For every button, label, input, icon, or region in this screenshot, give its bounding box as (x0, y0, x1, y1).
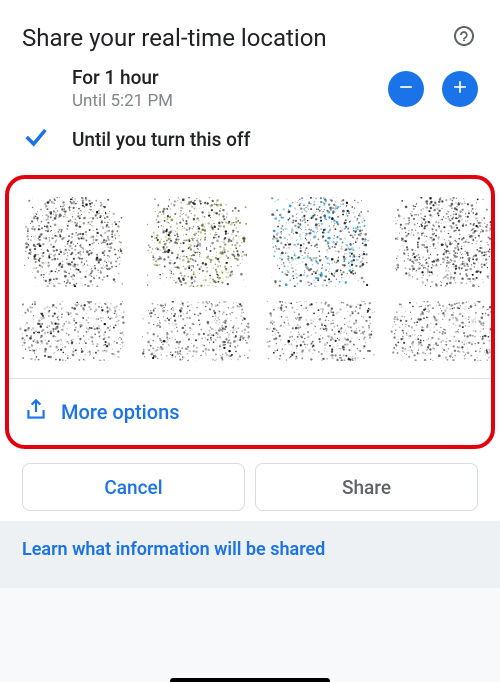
help-button[interactable] (450, 24, 478, 52)
share-location-sheet: Share your real-time location For 1 hour… (0, 8, 500, 682)
contact-name-redacted (390, 301, 495, 365)
contact-item[interactable] (385, 189, 495, 365)
share-button[interactable]: Share (255, 463, 478, 511)
contact-name-redacted (18, 301, 128, 365)
avatar (395, 197, 495, 291)
home-indicator (170, 678, 330, 682)
duration-sub: Until 5:21 PM (72, 91, 388, 111)
cancel-label: Cancel (104, 476, 162, 499)
avatar (271, 197, 371, 291)
increase-button[interactable] (442, 71, 478, 107)
help-icon (452, 24, 476, 52)
turnoff-label: Until you turn this off (72, 128, 478, 151)
duration-option-row[interactable]: For 1 hour Until 5:21 PM (0, 60, 500, 117)
radio-selected (22, 123, 72, 155)
decrease-button[interactable] (388, 71, 424, 107)
contact-name-redacted (266, 301, 376, 365)
contact-item[interactable] (261, 189, 381, 365)
contact-item[interactable] (13, 189, 133, 365)
avatar (147, 197, 247, 291)
duration-label: For 1 hour (72, 66, 388, 89)
contacts-row[interactable] (9, 179, 491, 379)
check-icon (22, 123, 50, 155)
avatar (23, 197, 123, 291)
duration-option-text: For 1 hour Until 5:21 PM (72, 66, 388, 111)
more-options-label: More options (61, 400, 180, 424)
share-icon (23, 397, 49, 427)
plus-icon (450, 77, 470, 101)
footer: Learn what information will be shared (0, 521, 500, 588)
minus-icon (396, 77, 416, 101)
more-options-button[interactable]: More options (9, 379, 491, 445)
cancel-button[interactable]: Cancel (22, 463, 245, 511)
share-label: Share (342, 476, 391, 499)
duration-stepper (388, 71, 478, 107)
learn-more-link[interactable]: Learn what information will be shared (22, 539, 478, 560)
contact-item[interactable] (137, 189, 257, 365)
header: Share your real-time location (0, 8, 500, 60)
turnoff-option-text: Until you turn this off (72, 128, 478, 151)
contact-name-redacted (142, 301, 252, 365)
highlighted-region: More options (5, 175, 495, 449)
action-buttons: Cancel Share (0, 449, 500, 521)
sheet-title: Share your real-time location (22, 24, 327, 52)
turnoff-option-row[interactable]: Until you turn this off (0, 117, 500, 161)
sheet-body: Share your real-time location For 1 hour… (0, 8, 500, 521)
